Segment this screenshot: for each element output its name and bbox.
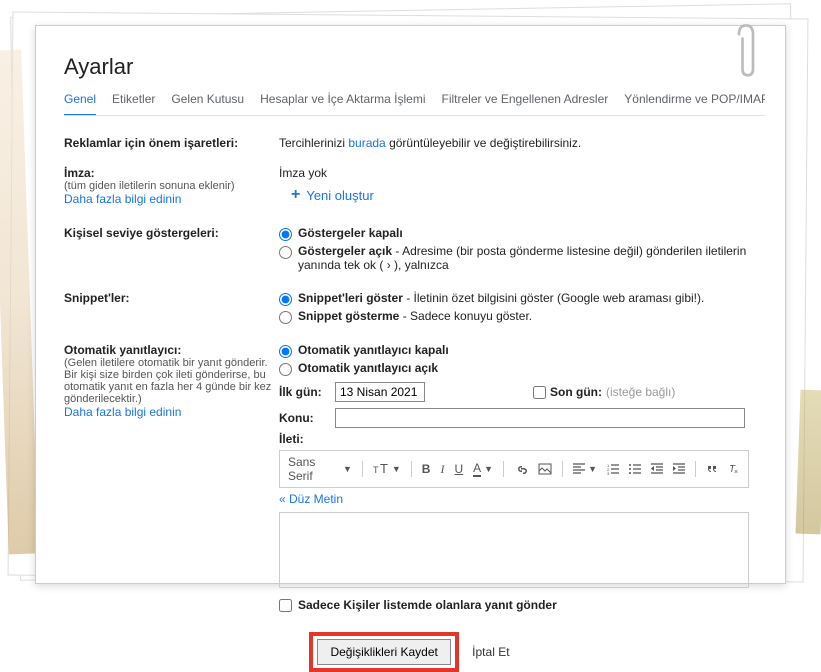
vacation-on-label: Otomatik yanıtlayıcı açık (298, 361, 438, 375)
personal-label: Kişisel seviye göstergeleri: (64, 226, 219, 240)
indicators-off-label: Göstergeler kapalı (298, 226, 403, 240)
snippets-row: Snippet'ler: Snippet'leri göster - İleti… (64, 283, 765, 335)
new-signature-button[interactable]: + Yeni oluştur (279, 180, 386, 210)
tab-inbox[interactable]: Gelen Kutusu (171, 92, 244, 115)
save-button[interactable]: Değişiklikleri Kaydet (317, 639, 450, 665)
tab-filters[interactable]: Filtreler ve Engellenen Adresler (442, 92, 609, 115)
snippets-show-label: Snippet'leri göster (298, 291, 403, 305)
vacation-off-label: Otomatik yanıtlayıcı kapalı (298, 343, 449, 357)
indicators-on-label: Göstergeler açık (298, 244, 392, 258)
font-size-icon[interactable]: TT▼ (373, 462, 401, 476)
snippets-hide-label: Snippet gösterme (298, 309, 399, 323)
importance-label: Reklamlar için önem işaretleri: (64, 136, 238, 150)
last-day-checkbox[interactable] (533, 386, 546, 399)
paperclip-decoration (727, 21, 765, 91)
cancel-button[interactable]: İptal Et (462, 640, 519, 664)
svg-text:×: × (734, 469, 738, 475)
contacts-only-checkbox[interactable] (279, 599, 292, 612)
indicators-off-radio[interactable] (279, 228, 292, 241)
font-dropdown[interactable]: Sans Serif▼ (288, 455, 352, 483)
page-title: Ayarlar (64, 54, 765, 80)
vacation-label: Otomatik yanıtlayıcı: (64, 343, 279, 357)
importance-text-before: Tercihlerinizi (279, 136, 348, 150)
plain-text-link[interactable]: « Düz Metin (279, 492, 343, 506)
align-icon[interactable]: ▼ (573, 463, 597, 475)
image-icon[interactable] (538, 462, 552, 476)
text-color-icon[interactable]: A▼ (473, 461, 493, 477)
contacts-only-label: Sadece Kişiler listemde olanlara yanıt g… (298, 598, 557, 612)
plus-icon: + (291, 186, 300, 204)
signature-label: İmza: (64, 166, 279, 180)
vacation-row: Otomatik yanıtlayıcı: (Gelen iletilere o… (64, 335, 765, 620)
action-buttons: Değişiklikleri Kaydet İptal Et (64, 632, 765, 672)
first-day-input[interactable] (335, 382, 425, 402)
last-day-label: Son gün: (550, 385, 602, 399)
message-label: İleti: (279, 432, 765, 446)
quote-icon[interactable] (706, 463, 718, 475)
personal-indicators-row: Kişisel seviye göstergeleri: Göstergeler… (64, 218, 765, 283)
save-highlight: Değişiklikleri Kaydet (309, 632, 458, 672)
tab-general[interactable]: Genel (64, 92, 96, 116)
svg-text:3: 3 (607, 471, 610, 475)
snippets-hide-text: - Sadece konuyu göster. (399, 309, 532, 323)
italic-icon[interactable]: I (440, 462, 444, 477)
underline-icon[interactable]: U (454, 462, 463, 476)
importance-row: Reklamlar için önem işaretleri: Tercihle… (64, 128, 765, 158)
snippets-label: Snippet'ler: (64, 291, 130, 305)
tab-labels[interactable]: Etiketler (112, 92, 155, 115)
signature-sub: (tüm giden iletilerin sonuna eklenir) (64, 180, 279, 192)
vacation-learn-link[interactable]: Daha fazla bilgi edinin (64, 405, 279, 419)
new-signature-label: Yeni oluştur (306, 188, 373, 203)
snippets-show-text: - İletinin özet bilgisini göster (Google… (403, 291, 704, 305)
last-day-placeholder: (isteğe bağlı) (606, 385, 675, 399)
bullet-list-icon[interactable] (629, 463, 641, 475)
signature-row: İmza: (tüm giden iletilerin sonuna eklen… (64, 158, 765, 218)
message-textarea[interactable] (279, 512, 749, 588)
editor-toolbar: Sans Serif▼ TT▼ B I U A▼ ▼ 123 (279, 450, 749, 488)
bold-icon[interactable]: B (422, 462, 431, 476)
svg-text:T: T (373, 465, 379, 475)
vacation-sub: (Gelen iletilere otomatik bir yanıt gönd… (64, 357, 279, 405)
tab-accounts[interactable]: Hesaplar ve İçe Aktarma İşlemi (260, 92, 425, 115)
indent-more-icon[interactable] (673, 463, 685, 475)
signature-learn-link[interactable]: Daha fazla bilgi edinin (64, 192, 279, 206)
remove-format-icon[interactable]: T× (728, 463, 740, 475)
subject-input[interactable] (335, 408, 745, 428)
tab-forwarding[interactable]: Yönlendirme ve POP/IMAP (624, 92, 765, 115)
first-day-label: İlk gün: (279, 385, 327, 399)
subject-label: Konu: (279, 411, 327, 425)
numbered-list-icon[interactable]: 123 (607, 463, 619, 475)
link-icon[interactable] (514, 462, 528, 476)
svg-text:T: T (380, 462, 388, 476)
snippets-hide-radio[interactable] (279, 311, 292, 324)
vacation-on-radio[interactable] (279, 363, 292, 376)
indent-less-icon[interactable] (651, 463, 663, 475)
settings-tabs: Genel Etiketler Gelen Kutusu Hesaplar ve… (64, 92, 765, 116)
snippets-show-radio[interactable] (279, 293, 292, 306)
vacation-off-radio[interactable] (279, 345, 292, 358)
settings-page: Ayarlar Genel Etiketler Gelen Kutusu Hes… (35, 25, 786, 584)
signature-status: İmza yok (279, 166, 765, 180)
importance-text-after: görüntüleyebilir ve değiştirebilirsiniz. (386, 136, 581, 150)
importance-link[interactable]: burada (348, 136, 385, 150)
indicators-on-radio[interactable] (279, 246, 292, 259)
